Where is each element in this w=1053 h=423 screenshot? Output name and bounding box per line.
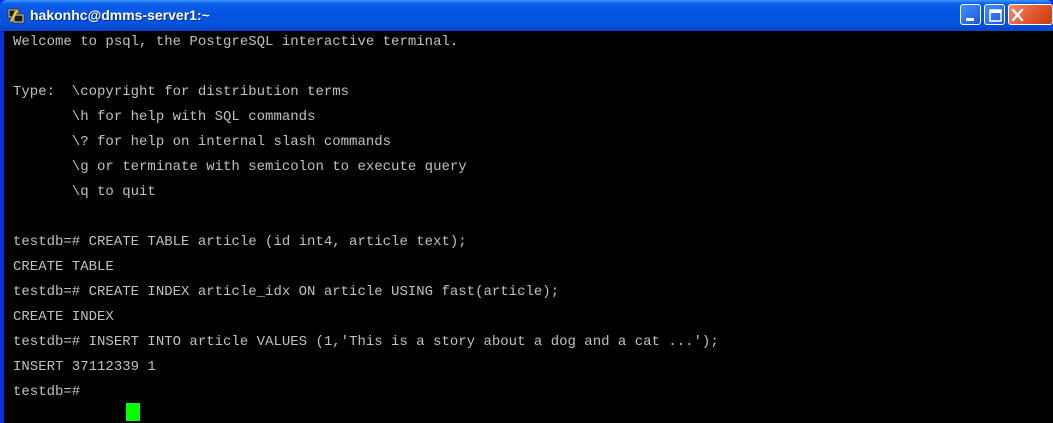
maximize-button[interactable] [984,4,1005,25]
terminal-line: \q to quit [13,184,156,200]
terminal-line: Type: \copyright for distribution terms [13,84,350,100]
terminal-line: Welcome to psql, the PostgreSQL interact… [13,34,459,50]
maximize-icon [989,9,1002,22]
terminal-line: testdb=# CREATE TABLE article (id int4, … [13,234,467,250]
terminal-line: testdb=# INSERT INTO article VALUES (1,'… [13,334,719,350]
title-bar[interactable]: hakonhc@dmms-server1:~ [0,0,1053,31]
terminal-line: CREATE INDEX [13,309,114,325]
terminal-window: hakonhc@dmms-server1:~ Welcome to psql, … [0,0,1053,423]
terminal-prompt-line: testdb=# [13,384,89,400]
terminal-line: \h for help with SQL commands [13,109,316,125]
close-button[interactable] [1008,4,1053,25]
terminal-line: INSERT 37112339 1 [13,359,156,375]
terminal-line: CREATE TABLE [13,259,114,275]
minimize-button[interactable] [960,4,981,25]
terminal-line: testdb=# CREATE INDEX article_idx ON art… [13,284,560,300]
terminal-output[interactable]: Welcome to psql, the PostgreSQL interact… [4,31,1053,423]
minimize-icon [966,18,974,21]
putty-terminal-icon[interactable] [7,6,25,24]
terminal-cursor [126,403,140,421]
terminal-line: \g or terminate with semicolon to execut… [13,159,467,175]
close-icon [1011,8,1024,22]
window-title: hakonhc@dmms-server1:~ [30,7,210,23]
terminal-line: \? for help on internal slash commands [13,134,392,150]
